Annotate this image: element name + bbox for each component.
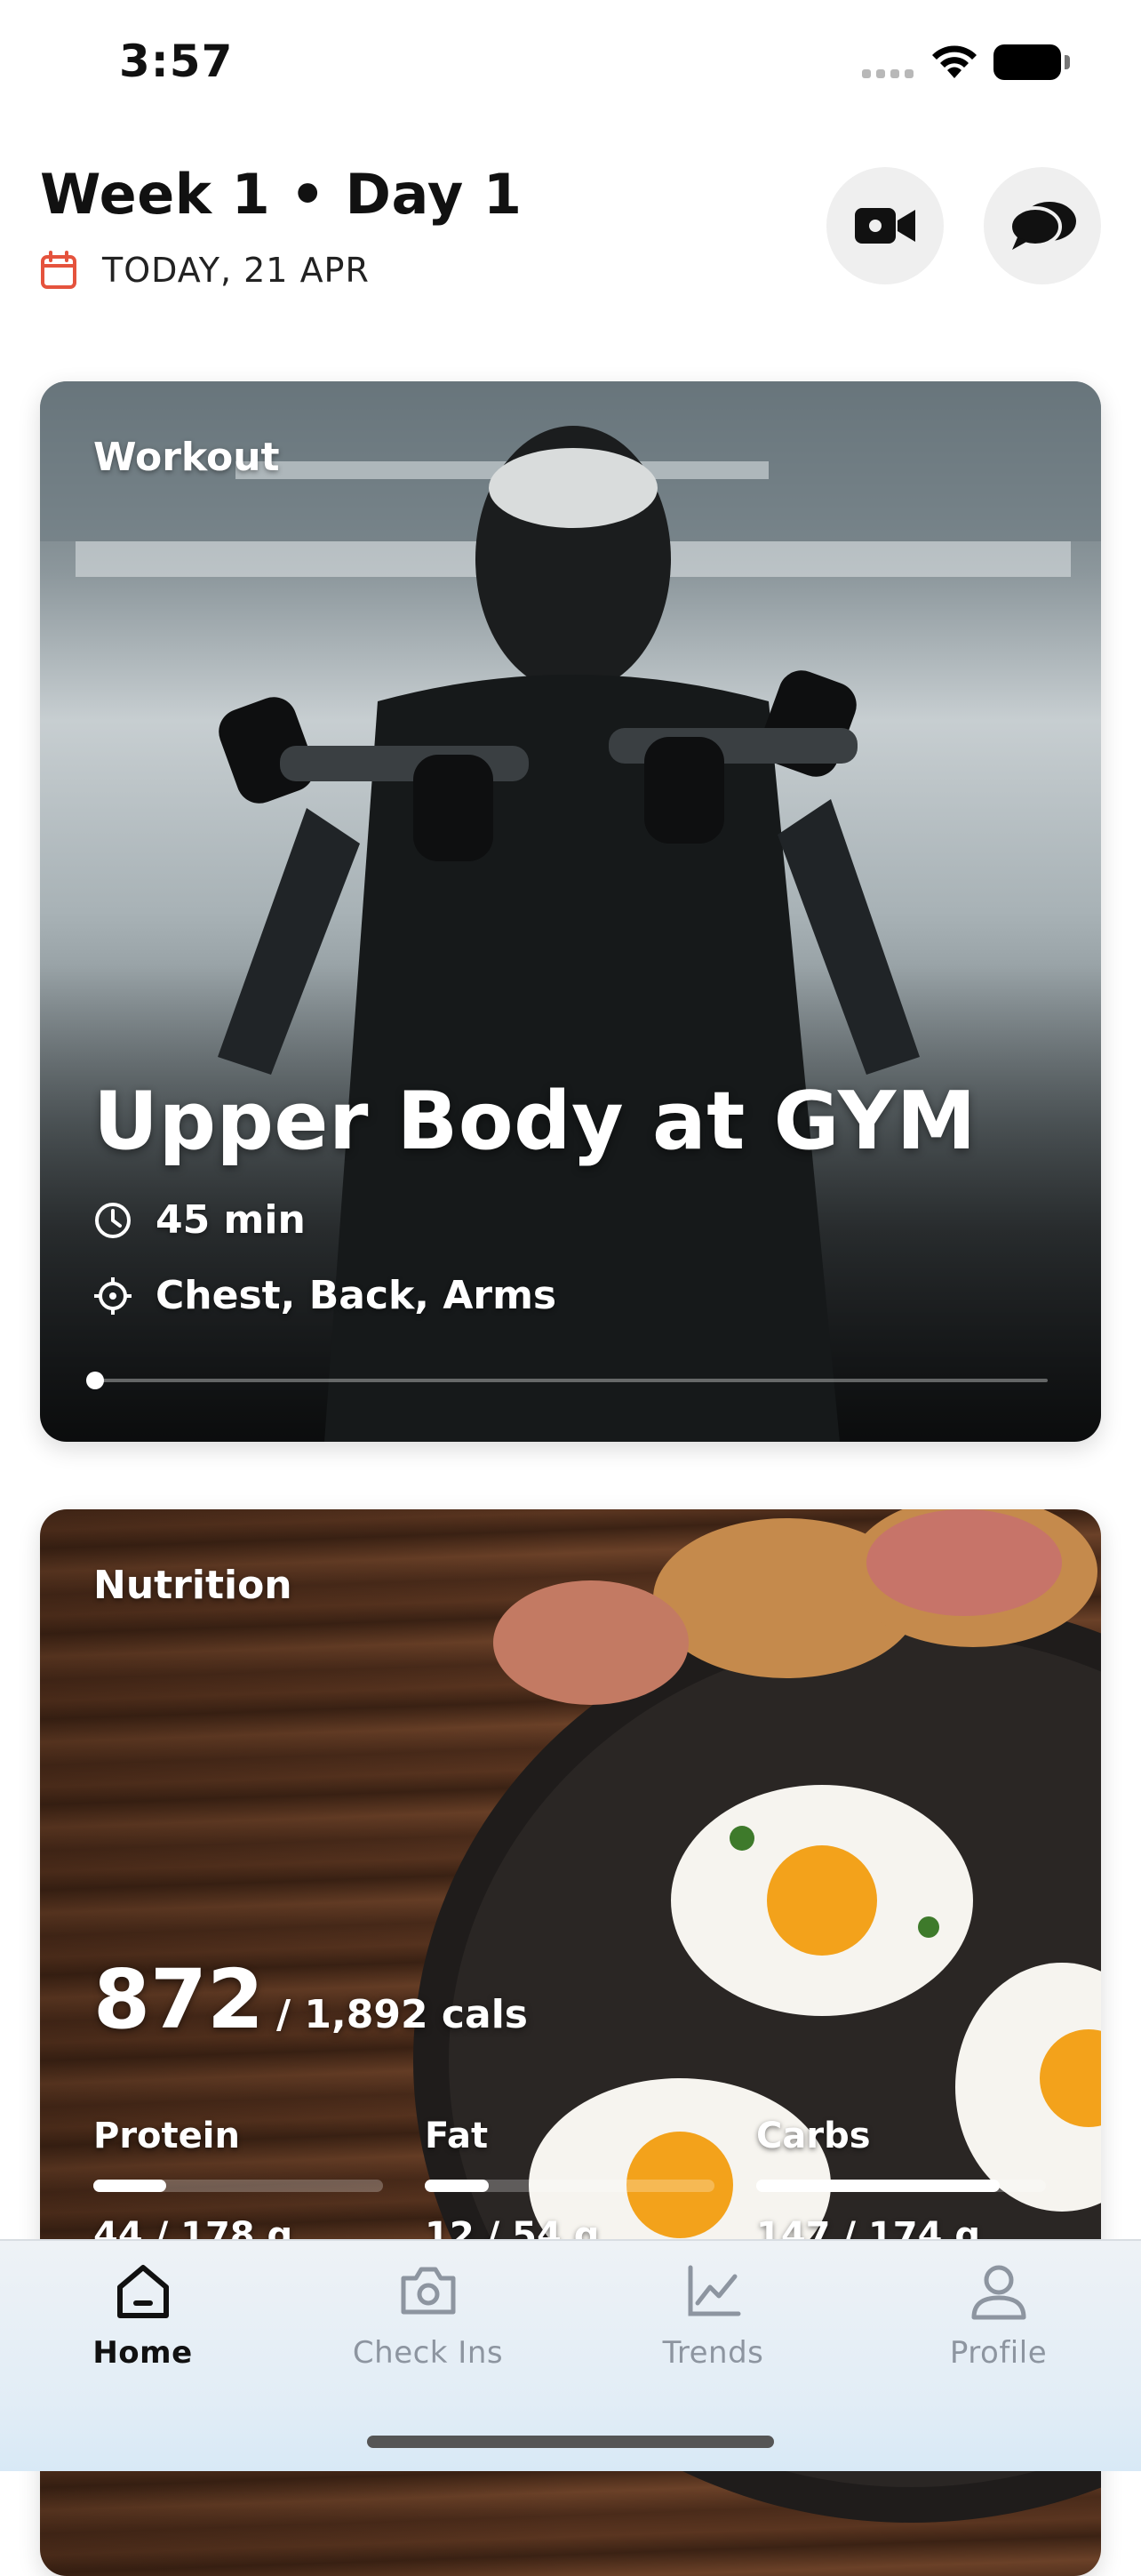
tab-home[interactable]: Home	[0, 2259, 285, 2401]
chart-icon	[688, 2265, 740, 2316]
workout-card-label: Workout	[93, 435, 280, 480]
home-icon	[116, 2265, 169, 2318]
macro-progress-bar	[756, 2180, 1046, 2192]
clock-icon	[95, 1202, 131, 1238]
macro-progress-fill	[93, 2180, 166, 2192]
workout-card[interactable]: Workout Upper Body at GYM 45 min Chest, …	[40, 381, 1101, 1442]
tab-trends[interactable]: Trends	[570, 2259, 856, 2401]
date-row: TODAY, 21 APR	[40, 251, 370, 290]
macro-name: Fat	[425, 2116, 489, 2156]
workout-duration-row: 45 min	[93, 1197, 306, 1243]
status-bar: 3:57	[0, 0, 1141, 133]
macro-name: Carbs	[756, 2116, 871, 2156]
workout-title: Upper Body at GYM	[93, 1075, 977, 1168]
calendar-icon	[41, 251, 76, 289]
calories-summary: 872/ 1,892 cals	[93, 1952, 528, 2047]
cellular-signal-icon	[862, 69, 914, 78]
video-camera-icon	[855, 208, 915, 244]
video-call-button[interactable]	[826, 167, 944, 284]
macro-name: Protein	[93, 2116, 240, 2156]
workout-progress-indicator	[86, 1372, 104, 1389]
chat-bubbles-icon	[1009, 202, 1076, 250]
target-icon	[94, 1276, 132, 1315]
calories-eaten: 872	[93, 1952, 265, 2047]
tab-label: Profile	[949, 2335, 1048, 2371]
nutrition-card-label: Nutrition	[93, 1563, 292, 1608]
workout-muscles-row: Chest, Back, Arms	[93, 1273, 556, 1318]
macro-progress-fill	[756, 2180, 1000, 2192]
macro-carbs: Carbs 147 / 174 g	[756, 2116, 1046, 2256]
macro-fat: Fat 12 / 54 g	[425, 2116, 714, 2256]
tab-label: Home	[92, 2335, 193, 2371]
camera-icon	[401, 2267, 455, 2315]
tab-label: Check Ins	[352, 2335, 504, 2371]
workout-progress-bar	[86, 1372, 1048, 1389]
home-indicator[interactable]	[367, 2436, 774, 2448]
workout-muscles: Chest, Back, Arms	[156, 1273, 557, 1318]
tab-profile[interactable]: Profile	[856, 2259, 1141, 2401]
battery-icon	[993, 44, 1070, 80]
macro-progress-bar	[425, 2180, 714, 2192]
date-label: TODAY, 21 APR	[102, 251, 370, 290]
wifi-icon	[932, 45, 977, 78]
tab-label: Trends	[662, 2335, 764, 2371]
chat-button[interactable]	[984, 167, 1101, 284]
calories-target: / 1,892 cals	[276, 1992, 528, 2037]
status-time: 3:57	[119, 36, 234, 87]
person-icon	[971, 2265, 1025, 2320]
workout-duration: 45 min	[156, 1197, 306, 1243]
macro-protein: Protein 44 / 178 g	[93, 2116, 383, 2256]
macro-progress-bar	[93, 2180, 383, 2192]
tab-check-ins[interactable]: Check Ins	[285, 2259, 570, 2401]
macro-progress-fill	[425, 2180, 489, 2192]
page-title: Week 1 • Day 1	[40, 162, 523, 227]
